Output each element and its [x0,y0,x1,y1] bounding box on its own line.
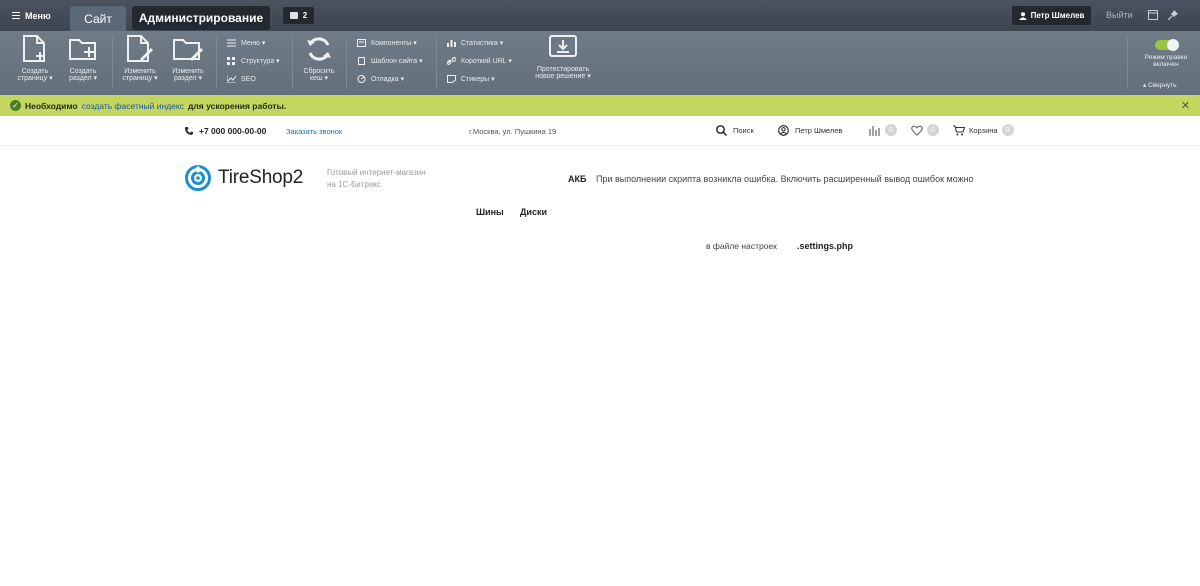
hamburger-icon [12,12,20,19]
bar-chart-icon [447,40,456,47]
notice-suffix: для ускорения работы. [187,100,287,111]
header-counters: 0 0 Корзина 0 [869,124,1014,136]
refresh-icon [307,37,331,61]
statistics-dropdown[interactable]: Статистика ▾ [447,39,503,47]
seo-button[interactable]: SEO [227,75,256,83]
logo-text: TireShop2 [218,167,304,188]
user-button[interactable]: Петр Шмелев [1012,6,1091,25]
tab-site[interactable]: Сайт [70,6,126,31]
reset-cache-button[interactable]: Сбросить кеш ▾ [294,35,344,82]
menu-button[interactable]: Меню [0,0,63,31]
nav-item-akb[interactable]: АКБ [568,174,586,184]
admin-topbar: Меню Сайт Администрирование 2 Петр Шмеле… [0,0,1200,31]
notifications-count: 2 [302,11,308,20]
stickers-dropdown[interactable]: Стикеры ▾ [447,75,495,83]
link-icon [447,57,456,65]
structure-icon [227,57,235,65]
favorites-count: 0 [927,124,939,136]
edit-page-icon [127,35,153,62]
search-button[interactable]: Поиск [716,125,754,136]
admin-toolbar: Создать страницу ▾ Создать раздел ▾ Изме… [0,31,1200,95]
collapse-toolbar-button[interactable]: ▴ Свернуть [1143,81,1177,89]
window-icon[interactable] [1148,10,1158,20]
notice-prefix: Необходимо [25,100,78,111]
address: г.Москва, ул. Пушкина 19 [469,127,557,136]
site-template-dropdown[interactable]: Шаблон сайта ▾ [357,57,423,65]
cart-icon[interactable] [953,124,965,136]
compare-icon[interactable] [869,125,881,136]
menu-dropdown[interactable]: Меню ▾ [227,39,265,47]
components-dropdown[interactable]: Компоненты ▾ [357,39,417,47]
message-icon [289,12,298,19]
create-page-button[interactable]: Создать страницу ▾ [10,35,60,82]
facet-index-link[interactable]: создать фасетный индекс [82,101,184,111]
short-url-dropdown[interactable]: Короткий URL ▾ [447,57,512,65]
cart-count: 0 [1001,124,1014,136]
edit-folder-icon [173,39,203,61]
debug-dropdown[interactable]: Отладка ▾ [357,75,404,83]
search-icon [716,125,727,136]
download-icon [549,35,577,57]
new-page-icon [23,35,45,62]
tab-administration[interactable]: Администрирование [132,6,270,30]
edit-mode-toggle[interactable] [1155,39,1179,51]
phone[interactable]: +7 000 000-00-00 [185,126,266,136]
site-header-top: +7 000 000-00-00 Заказать звонок г.Москв… [0,116,1200,146]
notifications-button[interactable]: 2 [283,7,314,24]
edit-page-button[interactable]: Изменить страницу ▾ [115,35,165,82]
nav-item-disks[interactable]: Диски [520,207,547,217]
slogan: Готовый интернет-магазин на 1С-Битрикс [327,168,426,189]
check-icon: ✓ [10,100,21,111]
test-solution-button[interactable]: Протестировать новое решение ▾ [528,35,598,80]
site-logo[interactable]: TireShop2 [184,164,303,192]
edit-mode-label: Режим правки включен [1144,54,1188,68]
edit-section-button[interactable]: Изменить раздел ▾ [163,35,213,82]
gauge-icon [357,75,366,83]
components-icon [357,39,366,47]
phone-icon [185,127,193,135]
compare-count: 0 [885,124,897,136]
user-name: Петр Шмелев [1030,11,1085,20]
account-link[interactable]: Петр Шмелев [778,125,843,136]
menu-label: Меню [25,10,51,21]
structure-dropdown[interactable]: Структура ▾ [227,57,280,65]
logo-icon [185,165,211,191]
pin-icon[interactable] [1168,10,1178,20]
list-icon [227,39,236,47]
nav-item-tires[interactable]: Шины [476,207,504,217]
logout-link[interactable]: Выйти [1106,10,1133,20]
error-message: При выполнении скрипта возникла ошибка. … [596,174,974,184]
callback-link[interactable]: Заказать звонок [286,127,342,136]
cart-label[interactable]: Корзина [969,126,998,135]
heart-icon[interactable] [911,125,923,136]
template-icon [358,57,365,65]
close-icon[interactable]: ✕ [1181,99,1190,112]
error-message-continued: в файле настроек [706,241,777,251]
new-folder-icon [69,39,96,60]
sticker-icon [447,75,456,83]
chart-icon [227,75,236,83]
create-section-button[interactable]: Создать раздел ▾ [58,35,108,82]
error-settings-file: .settings.php [797,241,853,251]
user-circle-icon [778,125,789,136]
facet-index-notice: ✓ Необходимо создать фасетный индекс для… [0,95,1200,116]
user-icon [1018,11,1027,20]
